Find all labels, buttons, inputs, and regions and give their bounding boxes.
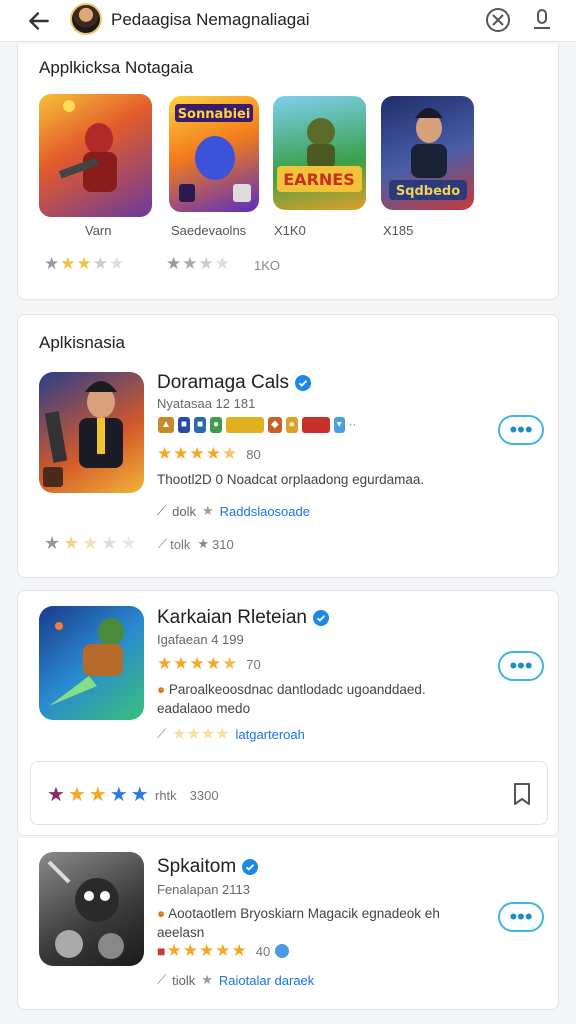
- app-description-text: Aootaotlem Bryoskiarn Magacik egnadeok e…: [157, 906, 440, 940]
- app-list-card: Spkaitom Fenalapan 2113 ● Aootaotlem Bry…: [17, 838, 559, 1010]
- app-description-text: Paroalkeoosdnac dantlodadc ugoanddaed. e…: [157, 682, 426, 716]
- tag-chip: ◆: [268, 417, 282, 433]
- tag-chip: ■: [193, 417, 206, 433]
- svg-text:Sonnabiei: Sonnabiei: [178, 107, 251, 122]
- pin-icon: ⟋: [158, 536, 168, 551]
- rating-stars: ★ ★ ★ ★ ★ 80: [157, 444, 261, 463]
- pin-icon: ⟋: [157, 726, 167, 741]
- verified-badge-icon: [312, 610, 329, 626]
- meta-label: dolk: [172, 503, 196, 519]
- game-thumbnail-1[interactable]: [39, 94, 152, 217]
- meta-value: 310: [212, 536, 234, 552]
- app-meta-row: ⟋ dolk ★ Raddslaosoade: [157, 503, 310, 519]
- app-meta-row: ⟋ ★★★★ latgarteroah: [157, 724, 305, 744]
- rating-value: 80: [246, 446, 261, 462]
- star-icon: ★: [201, 503, 214, 518]
- section-title: Applkicksa Notagaia: [39, 58, 194, 77]
- more-options-button[interactable]: •••: [498, 415, 544, 445]
- summary-meta: rhtk 3300: [155, 788, 219, 803]
- star-icon: ★: [197, 536, 209, 551]
- emoji-icon: ●: [157, 906, 166, 921]
- section-title: Aplkisnasia: [39, 333, 125, 352]
- rating-value: 70: [246, 656, 261, 672]
- verified-badge-icon: [242, 859, 259, 875]
- tag-chip: [301, 417, 330, 433]
- avatar[interactable]: [70, 3, 102, 35]
- meta-label: tolk: [170, 536, 191, 552]
- app-icon[interactable]: [39, 852, 144, 966]
- svg-text:EARNES: EARNES: [283, 170, 354, 189]
- tag-chip: [226, 417, 265, 433]
- tag-chip: ●: [210, 417, 223, 433]
- user-meta-row: ⟋ tolk ★ 310: [158, 536, 234, 552]
- tag-chips: ▲ ■ ■ ● ◆ ● ▾ ··: [158, 417, 356, 433]
- rating-stars: ■ ★ ★ ★ ★ ★ 40: [157, 941, 290, 961]
- app-icon[interactable]: [39, 372, 144, 493]
- info-icon: [275, 944, 290, 958]
- app-list-card: Aplkisnasia Doramaga Cals Nyatasaa 12 18…: [17, 314, 559, 578]
- developer-link[interactable]: latgarteroah: [235, 727, 304, 742]
- tag-overflow: ··: [348, 419, 357, 431]
- app-name-text: Doramaga Cals: [157, 372, 289, 393]
- person-icon[interactable]: [528, 6, 556, 34]
- rating-summary-bar: ★ ★ ★ ★ ★ rhtk 3300: [30, 761, 548, 825]
- x-circle-icon[interactable]: [484, 6, 512, 34]
- thumbnail-caption: Varn: [85, 223, 112, 238]
- game-thumbnail-3[interactable]: EARNES: [273, 96, 366, 210]
- svg-text:Sqdbedo: Sqdbedo: [396, 184, 460, 199]
- rating-stars-faded: ★★★★: [172, 726, 230, 743]
- app-name[interactable]: Doramaga Cals: [157, 372, 311, 394]
- game-thumbnail-2[interactable]: Sonnabiei: [169, 96, 259, 212]
- game-thumbnail-4[interactable]: Sqdbedo: [381, 96, 474, 210]
- app-name[interactable]: Spkaitom: [157, 856, 259, 878]
- thumbnail-caption: Saedevaolns: [171, 223, 247, 238]
- user-rating-row: ★ ★ ★ ★ ★: [44, 533, 137, 553]
- pin-icon: ⟋: [157, 972, 167, 987]
- app-meta-row: ⟋ tiolk ★ Raiotalar daraek: [157, 972, 314, 988]
- app-subtitle: Fenalapan 2113: [157, 882, 251, 897]
- app-name-text: Karkaian Rleteian: [157, 607, 307, 628]
- tag-chip: ■: [177, 417, 190, 433]
- arrow-left-icon[interactable]: [26, 8, 52, 34]
- app-name[interactable]: Karkaian Rleteian: [157, 607, 329, 629]
- thumbnail-caption: X185: [383, 223, 414, 238]
- rating-value: 40: [255, 943, 271, 959]
- featured-section: Applkicksa Notagaia Sonnabiei EARNES Sqd…: [17, 44, 559, 300]
- bookmark-icon[interactable]: [511, 782, 533, 806]
- developer-link[interactable]: Raddslaosoade: [220, 504, 310, 519]
- page-title: Pedaagisa Nemagnaliagai: [111, 10, 310, 29]
- emoji-icon: ●: [157, 682, 166, 697]
- rating-stars-colored: ★ ★ ★ ★ ★: [47, 784, 149, 806]
- tag-chip: ▾: [333, 417, 345, 433]
- star-icon: ★: [201, 972, 213, 987]
- app-icon[interactable]: [39, 606, 144, 720]
- thumbnail-rating-stars: ★ ★ ★ ★: [166, 254, 230, 273]
- pin-icon: ⟋: [157, 503, 167, 518]
- app-subtitle: Nyatasaa 12 181: [157, 396, 256, 411]
- tag-chip: ●: [285, 417, 298, 433]
- app-description: ● Paroalkeoosdnac dantlodadc ugoanddaed.…: [157, 680, 457, 718]
- meta-label: rhtk: [155, 788, 177, 803]
- meta-value: 3300: [189, 788, 219, 803]
- developer-link[interactable]: Raiotalar daraek: [219, 973, 314, 988]
- more-options-button[interactable]: •••: [498, 902, 544, 932]
- app-description: Thootl2D 0 Noadcat orplaadong egurdamaa.: [157, 472, 425, 487]
- verified-badge-icon: [295, 375, 311, 391]
- app-name-text: Spkaitom: [157, 856, 237, 877]
- thumbnail-rating-text: 1KO: [254, 258, 281, 273]
- more-options-button[interactable]: •••: [498, 651, 544, 681]
- rating-stars: ★ ★ ★ ★ ★ 70: [157, 654, 261, 673]
- top-app-bar: Pedaagisa Nemagnaliagai: [0, 0, 576, 42]
- tag-chip: ▲: [158, 417, 174, 433]
- app-description: ● Aootaotlem Bryoskiarn Magacik egnadeok…: [157, 904, 457, 942]
- thumbnail-rating-stars: ★ ★ ★ ★ ★: [44, 254, 125, 273]
- meta-label: tiolk: [172, 972, 196, 988]
- app-subtitle: Igafaean 4 199: [157, 632, 244, 647]
- thumbnail-caption: X1K0: [274, 223, 306, 238]
- app-list-card: Karkaian Rleteian Igafaean 4 199 ★ ★ ★ ★ ★ 7…: [17, 590, 559, 836]
